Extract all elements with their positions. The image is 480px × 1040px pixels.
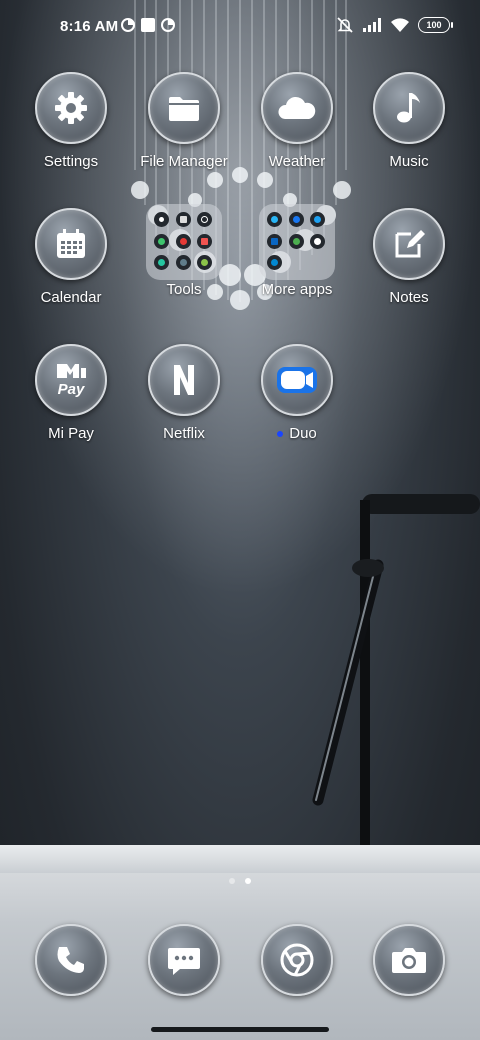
- folder-tile[interactable]: [146, 204, 222, 280]
- square-notification-icon: [141, 18, 155, 32]
- camera-icon: [392, 948, 426, 973]
- app-icon-bubble[interactable]: Pay: [35, 344, 107, 416]
- mi-pay-icon: Pay: [57, 364, 86, 398]
- mini-app-icon: [310, 212, 326, 227]
- page-indicator: [0, 878, 480, 884]
- mini-app-icon: [310, 233, 326, 249]
- folder-label: Tools: [166, 281, 202, 298]
- chrome-icon: [280, 943, 314, 977]
- dock-camera[interactable]: [354, 924, 464, 996]
- battery-indicator: 100: [418, 17, 453, 33]
- folder-tools[interactable]: Tools: [129, 204, 239, 298]
- mini-app-icon: [267, 255, 282, 271]
- status-bar: 8:16 AM 100: [0, 0, 480, 56]
- app-label: Notes: [389, 289, 429, 306]
- app-label: Music: [389, 153, 429, 170]
- app-settings[interactable]: Settings: [16, 72, 126, 170]
- messages-icon: [168, 948, 200, 975]
- dock-phone[interactable]: [16, 924, 126, 996]
- folder-label: More apps: [261, 281, 333, 298]
- folder-more-apps[interactable]: More apps: [242, 204, 352, 298]
- app-icon-bubble[interactable]: [148, 72, 220, 144]
- mini-app-icon: [154, 255, 169, 271]
- app-icon-bubble[interactable]: [261, 344, 333, 416]
- mini-app-icon: [154, 233, 169, 249]
- gear-icon: [55, 92, 87, 124]
- app-icon-bubble[interactable]: [35, 208, 107, 280]
- notification-icons: [121, 18, 175, 32]
- notes-icon: [395, 230, 425, 258]
- status-time: 8:16 AM: [60, 18, 119, 35]
- mini-app-icon: [267, 212, 282, 227]
- mute-icon: [337, 17, 353, 33]
- app-label: Netflix: [163, 425, 205, 442]
- video-camera-icon: [277, 367, 317, 393]
- mini-app-icon: [197, 233, 213, 249]
- app-label: Calendar: [40, 289, 102, 306]
- app-label: Mi Pay: [48, 425, 94, 442]
- new-app-dot: [277, 431, 284, 438]
- phone-icon: [57, 947, 84, 973]
- dock-messages[interactable]: [129, 924, 239, 996]
- app-label: Duo: [242, 425, 352, 442]
- svg-text:Pay: Pay: [58, 381, 85, 398]
- app-icon-bubble[interactable]: [373, 924, 445, 996]
- app-icon-bubble[interactable]: [373, 72, 445, 144]
- app-calendar[interactable]: Calendar: [16, 208, 126, 306]
- cloud-icon: [278, 96, 316, 119]
- bathtub-rim: [0, 845, 480, 873]
- pie-icon: [121, 18, 135, 32]
- mini-app-icon: [197, 212, 213, 227]
- pie-icon: [161, 18, 175, 32]
- mini-app-icon: [267, 233, 282, 249]
- app-label: Settings: [43, 153, 99, 170]
- mini-app-icon: [197, 255, 213, 271]
- system-icons: 100: [336, 16, 453, 34]
- app-icon-bubble[interactable]: [35, 924, 107, 996]
- app-icon-bubble[interactable]: [148, 924, 220, 996]
- mini-app-icon: [288, 233, 304, 249]
- page-dot-active[interactable]: [245, 878, 251, 884]
- calendar-icon: [57, 229, 85, 258]
- app-netflix[interactable]: Netflix: [129, 344, 239, 442]
- folder-tile[interactable]: [259, 204, 335, 280]
- app-icon-bubble[interactable]: [148, 344, 220, 416]
- mini-app-icon: [288, 212, 304, 227]
- app-mi-pay[interactable]: Pay Mi Pay: [16, 344, 126, 442]
- wifi-icon: [391, 18, 409, 32]
- mini-app-icon: [154, 212, 169, 227]
- mini-app-icon: [175, 255, 191, 271]
- app-weather[interactable]: Weather: [242, 72, 352, 170]
- netflix-icon: [174, 365, 194, 395]
- app-icon-bubble[interactable]: [261, 72, 333, 144]
- app-icon-bubble[interactable]: [261, 924, 333, 996]
- gesture-navigation-bar[interactable]: [151, 1027, 329, 1032]
- mini-app-icon: [175, 233, 191, 249]
- app-label-text: Duo: [289, 425, 317, 442]
- folder-icon: [169, 97, 199, 121]
- app-music[interactable]: Music: [354, 72, 464, 170]
- app-duo[interactable]: Duo: [242, 344, 352, 442]
- app-label: Weather: [268, 153, 326, 170]
- music-note-icon: [397, 93, 420, 123]
- mini-app-icon: [175, 212, 191, 227]
- signal-icon: [363, 18, 381, 32]
- app-notes[interactable]: Notes: [354, 208, 464, 306]
- dock-chrome[interactable]: [242, 924, 352, 996]
- app-icon-bubble[interactable]: [373, 208, 445, 280]
- page-dot[interactable]: [229, 878, 235, 884]
- app-file-manager[interactable]: File Manager: [129, 72, 239, 170]
- app-label: File Manager: [140, 153, 228, 170]
- app-icon-bubble[interactable]: [35, 72, 107, 144]
